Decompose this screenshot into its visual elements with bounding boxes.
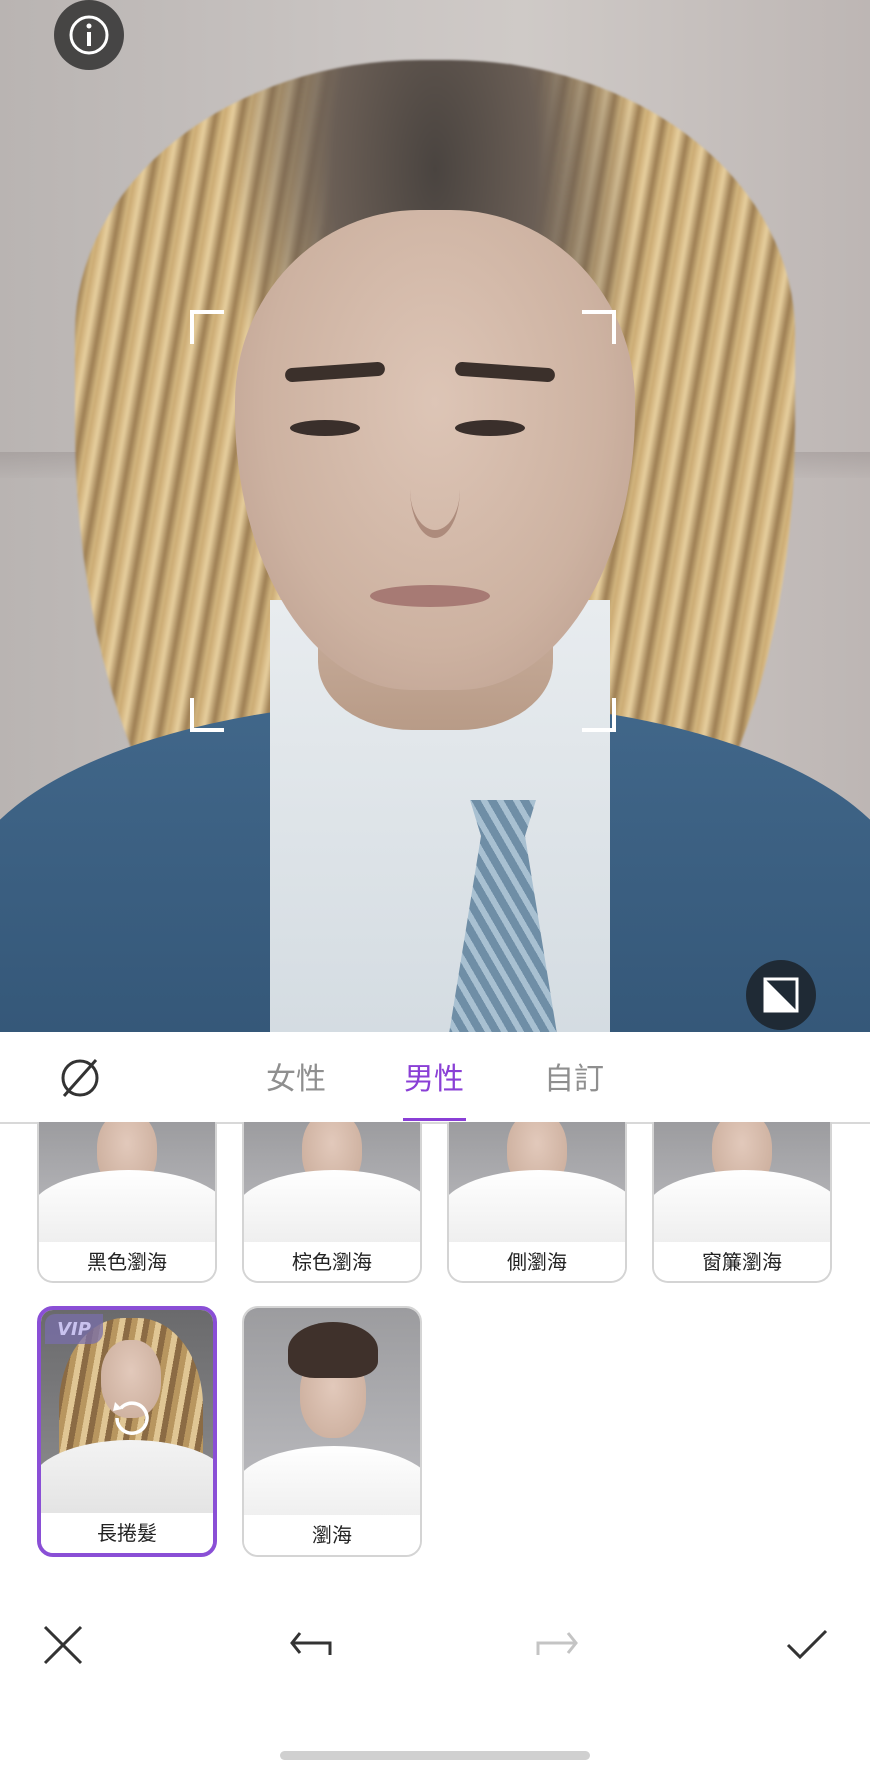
info-icon xyxy=(69,15,109,55)
style-card-black-bangs[interactable]: 黑色瀏海 xyxy=(37,1122,217,1283)
vip-badge: VIP xyxy=(45,1314,103,1344)
active-tab-indicator xyxy=(403,1118,466,1121)
check-icon xyxy=(786,1629,828,1660)
redo-icon xyxy=(536,1632,578,1655)
no-style-button[interactable] xyxy=(58,1056,102,1100)
style-card-bangs[interactable]: 瀏海 xyxy=(242,1306,422,1557)
redo-button[interactable] xyxy=(532,1620,582,1670)
style-label: 黑色瀏海 xyxy=(39,1243,215,1281)
photo-preview[interactable] xyxy=(0,0,870,1032)
face-frame-corner-bottom-left xyxy=(190,698,224,732)
style-thumbnail xyxy=(39,1122,215,1242)
no-style-icon xyxy=(61,1059,99,1097)
face-frame-corner-bottom-right xyxy=(582,698,616,732)
style-thumbnail xyxy=(244,1308,420,1518)
compare-icon xyxy=(763,977,799,1013)
style-card-curtain-bangs[interactable]: 窗簾瀏海 xyxy=(652,1122,832,1283)
compare-button[interactable] xyxy=(746,960,816,1030)
style-label: 長捲髮 xyxy=(41,1513,213,1553)
style-label: 側瀏海 xyxy=(449,1243,625,1281)
style-card-brown-bangs[interactable]: 棕色瀏海 xyxy=(242,1122,422,1283)
face-frame-corner-top-right xyxy=(582,310,616,344)
undo-button[interactable] xyxy=(286,1620,336,1670)
tab-male[interactable]: 男性 xyxy=(404,1054,464,1098)
style-thumbnail xyxy=(244,1122,420,1242)
style-thumbnail xyxy=(449,1122,625,1242)
nose xyxy=(410,440,460,538)
right-eye xyxy=(455,420,525,436)
tab-custom[interactable]: 自訂 xyxy=(544,1054,604,1098)
mouth xyxy=(370,585,490,607)
style-thumbnail xyxy=(654,1122,830,1242)
undo-icon xyxy=(290,1632,332,1655)
left-eye xyxy=(290,420,360,436)
style-card-side-bangs[interactable]: 側瀏海 xyxy=(447,1122,627,1283)
info-button[interactable] xyxy=(54,0,124,70)
style-card-long-curly[interactable]: VIP 長捲髮 xyxy=(37,1306,217,1557)
confirm-button[interactable] xyxy=(782,1620,832,1670)
style-label: 棕色瀏海 xyxy=(244,1243,420,1281)
tab-female[interactable]: 女性 xyxy=(266,1054,326,1098)
close-button[interactable] xyxy=(38,1620,88,1670)
close-icon xyxy=(43,1625,83,1665)
category-tab-bar: 女性 男性 自訂 xyxy=(0,1032,870,1124)
face-frame-corner-top-left xyxy=(190,310,224,344)
reset-icon[interactable] xyxy=(109,1394,153,1438)
home-indicator[interactable] xyxy=(280,1751,590,1760)
style-label: 瀏海 xyxy=(244,1515,420,1555)
style-label: 窗簾瀏海 xyxy=(654,1243,830,1281)
